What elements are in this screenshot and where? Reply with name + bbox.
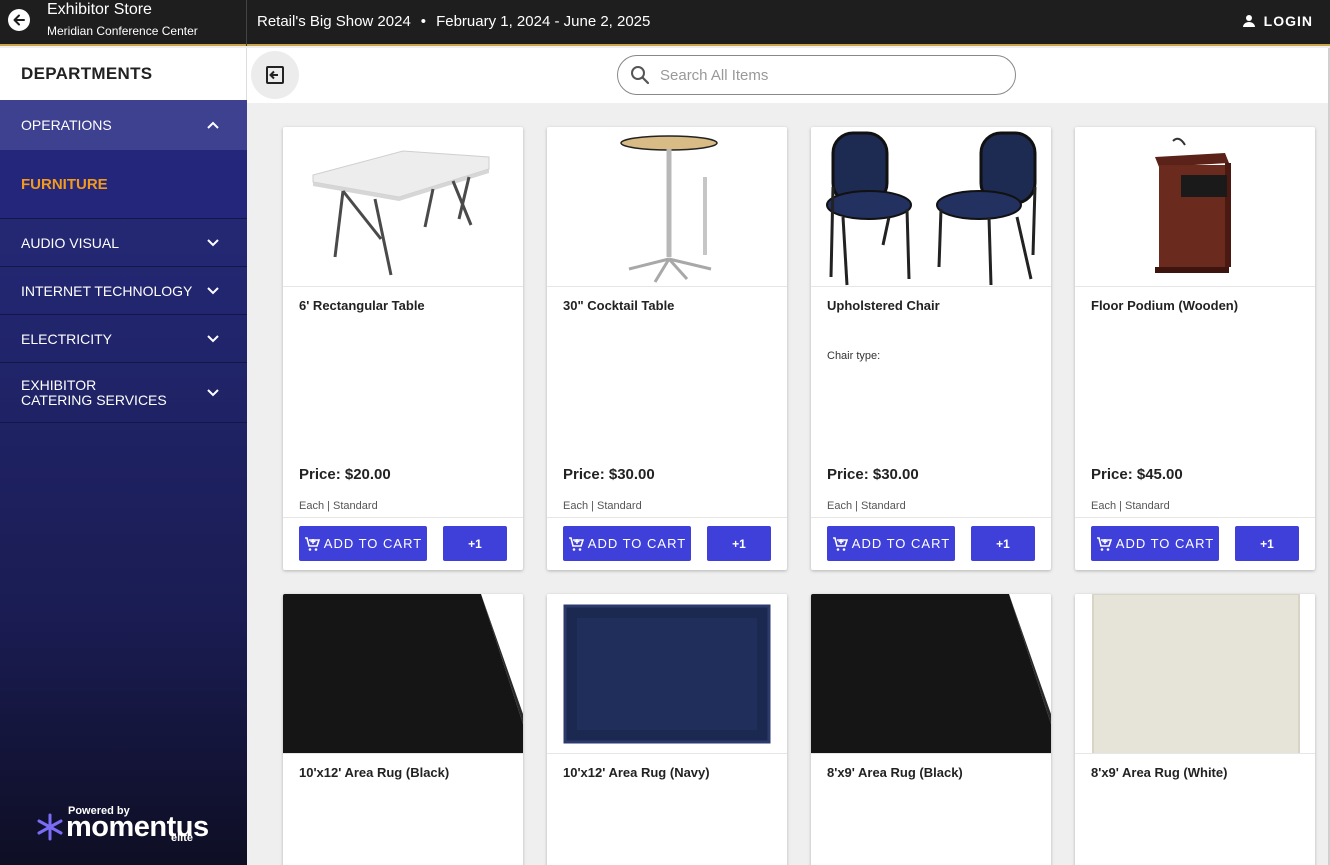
chevron-up-icon <box>207 121 219 129</box>
search-box[interactable] <box>617 55 1016 95</box>
search-icon <box>631 66 650 85</box>
sidebar-item-label: OPERATIONS <box>21 117 112 133</box>
product-name: 8'x9' Area Rug (White) <box>1091 765 1228 780</box>
plus-one-button[interactable]: +1 <box>1235 526 1299 561</box>
chevron-down-icon <box>207 334 219 342</box>
product-price: Price: $20.00 <box>299 466 391 483</box>
chevron-down-icon <box>207 388 219 396</box>
venue-name: Meridian Conference Center <box>47 24 198 38</box>
product-price: Price: $30.00 <box>827 466 919 483</box>
product-unit: Each | Standard <box>827 500 906 512</box>
product-description: Chair type: <box>827 350 881 362</box>
store-header: Exhibitor Store Meridian Conference Cent… <box>0 0 247 46</box>
product-price: Price: $30.00 <box>563 466 655 483</box>
cart-plus-icon <box>1096 536 1112 551</box>
arrow-left-icon <box>13 14 25 26</box>
plus-one-button[interactable]: +1 <box>443 526 507 561</box>
sidebar-item-label: INTERNET TECHNOLOGY <box>21 282 193 299</box>
event-dates: February 1, 2024 - June 2, 2025 <box>436 13 651 30</box>
divider <box>811 517 1051 518</box>
cart-plus-icon <box>304 536 320 551</box>
divider <box>547 517 787 518</box>
chevron-down-icon <box>207 286 219 294</box>
sidebar-item-audio-visual[interactable]: AUDIO VISUAL <box>0 219 247 267</box>
add-to-cart-label: ADD TO CART <box>323 536 423 551</box>
cocktail-table-image[interactable] <box>547 127 787 287</box>
chevron-down-icon <box>207 238 219 246</box>
add-to-cart-label: ADD TO CART <box>587 536 687 551</box>
sidebar-item-furniture[interactable]: FURNITURE <box>0 150 247 219</box>
add-to-cart-button[interactable]: ADD TO CART <box>827 526 955 561</box>
cart-plus-icon <box>832 536 848 551</box>
product-name: 6' Rectangular Table <box>299 298 425 313</box>
product-unit: Each | Standard <box>299 500 378 512</box>
add-to-cart-button[interactable]: ADD TO CART <box>563 526 691 561</box>
divider <box>1075 517 1315 518</box>
login-button[interactable]: LOGIN <box>1242 13 1313 29</box>
product-card: 8'x9' Area Rug (Black) <box>811 594 1051 865</box>
rug-black-image[interactable] <box>283 594 523 754</box>
search-input[interactable] <box>660 66 980 84</box>
product-name: 8'x9' Area Rug (Black) <box>827 765 963 780</box>
product-card: 10'x12' Area Rug (Navy) <box>547 594 787 865</box>
cart-plus-icon <box>568 536 584 551</box>
sidebar-item-label: ELECTRICITY <box>21 330 113 347</box>
add-to-cart-label: ADD TO CART <box>1115 536 1215 551</box>
sidebar: DEPARTMENTS OPERATIONS FURNITURE AUDIO V… <box>0 48 247 865</box>
sidebar-item-exhibitor-catering[interactable]: EXHIBITOR CATERING SERVICES <box>0 363 247 423</box>
content-toolbar <box>247 48 1330 103</box>
sidebar-item-label: AUDIO VISUAL <box>21 234 120 251</box>
event-info: Retail's Big Show 2024 • February 1, 2024 … <box>257 13 650 30</box>
add-to-cart-button[interactable]: ADD TO CART <box>1091 526 1219 561</box>
add-to-cart-label: ADD TO CART <box>851 536 951 551</box>
product-card: 8'x9' Area Rug (White) <box>1075 594 1315 865</box>
rug-navy-image[interactable] <box>547 594 787 754</box>
chairs-image[interactable] <box>811 127 1051 287</box>
product-card: Floor Podium (Wooden) Price: $45.00 Each… <box>1075 127 1315 570</box>
departments-heading: DEPARTMENTS <box>0 48 247 100</box>
rug-black-image[interactable] <box>811 594 1051 754</box>
product-name: 10'x12' Area Rug (Navy) <box>563 765 710 780</box>
product-name: 30" Cocktail Table <box>563 298 675 313</box>
product-name: Upholstered Chair <box>827 298 940 313</box>
product-card: 10'x12' Area Rug (Black) <box>283 594 523 865</box>
back-button[interactable] <box>8 9 30 31</box>
person-icon <box>1242 15 1255 27</box>
sidebar-item-electricity[interactable]: ELECTRICITY <box>0 315 247 363</box>
divider <box>283 517 523 518</box>
login-label: LOGIN <box>1263 13 1313 29</box>
product-card: 6' Rectangular Table Price: $20.00 Each … <box>283 127 523 570</box>
sidebar-item-label: FURNITURE <box>21 175 108 193</box>
sidebar-item-label: EXHIBITOR CATERING SERVICES <box>21 376 167 408</box>
podium-image[interactable] <box>1075 127 1315 287</box>
product-name: 10'x12' Area Rug (Black) <box>299 765 450 780</box>
store-title: Exhibitor Store <box>47 1 152 18</box>
powered-by-logo: Powered by momentus elite <box>36 805 216 845</box>
product-price: Price: $45.00 <box>1091 466 1183 483</box>
sidebar-item-internet-technology[interactable]: INTERNET TECHNOLOGY <box>0 267 247 315</box>
table-image[interactable] <box>283 127 523 287</box>
product-card: 30" Cocktail Table Price: $30.00 Each | … <box>547 127 787 570</box>
brand-tier: elite <box>171 832 194 844</box>
plus-one-button[interactable]: +1 <box>971 526 1035 561</box>
collapse-sidebar-button[interactable] <box>251 51 299 99</box>
plus-one-button[interactable]: +1 <box>707 526 771 561</box>
product-name: Floor Podium (Wooden) <box>1091 298 1239 313</box>
rug-white-image[interactable] <box>1075 594 1315 754</box>
collapse-left-icon <box>266 66 284 84</box>
momentus-star-icon <box>37 813 63 841</box>
add-to-cart-button[interactable]: ADD TO CART <box>299 526 427 561</box>
product-unit: Each | Standard <box>1091 500 1170 512</box>
top-bar: Exhibitor Store Meridian Conference Cent… <box>0 0 1330 46</box>
product-unit: Each | Standard <box>563 500 642 512</box>
separator: • <box>420 13 427 30</box>
product-card: Upholstered Chair Chair type: Price: $30… <box>811 127 1051 570</box>
sidebar-item-operations[interactable]: OPERATIONS <box>0 100 247 150</box>
event-name: Retail's Big Show 2024 <box>257 13 411 30</box>
